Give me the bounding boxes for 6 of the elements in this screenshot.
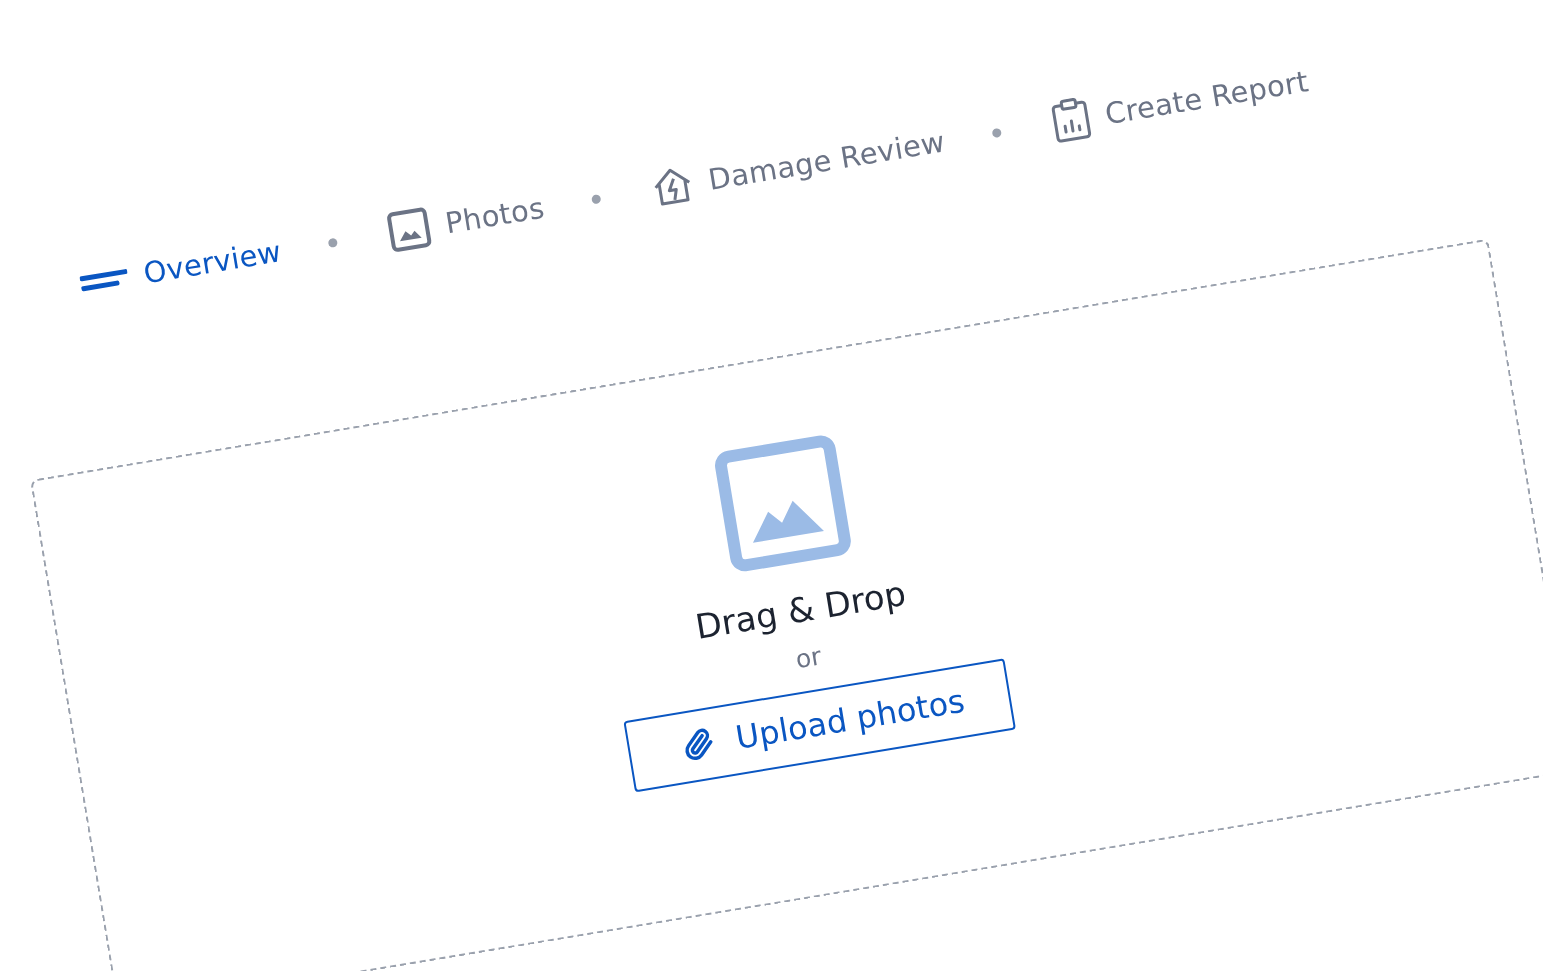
nav-tab[interactable]: Create Report bbox=[1048, 59, 1312, 145]
separator-dot bbox=[991, 127, 1002, 138]
separator-dot bbox=[590, 193, 601, 204]
image-icon bbox=[385, 205, 434, 254]
nav-tab[interactable]: Damage Review bbox=[648, 120, 948, 211]
separator-dot bbox=[327, 237, 338, 248]
